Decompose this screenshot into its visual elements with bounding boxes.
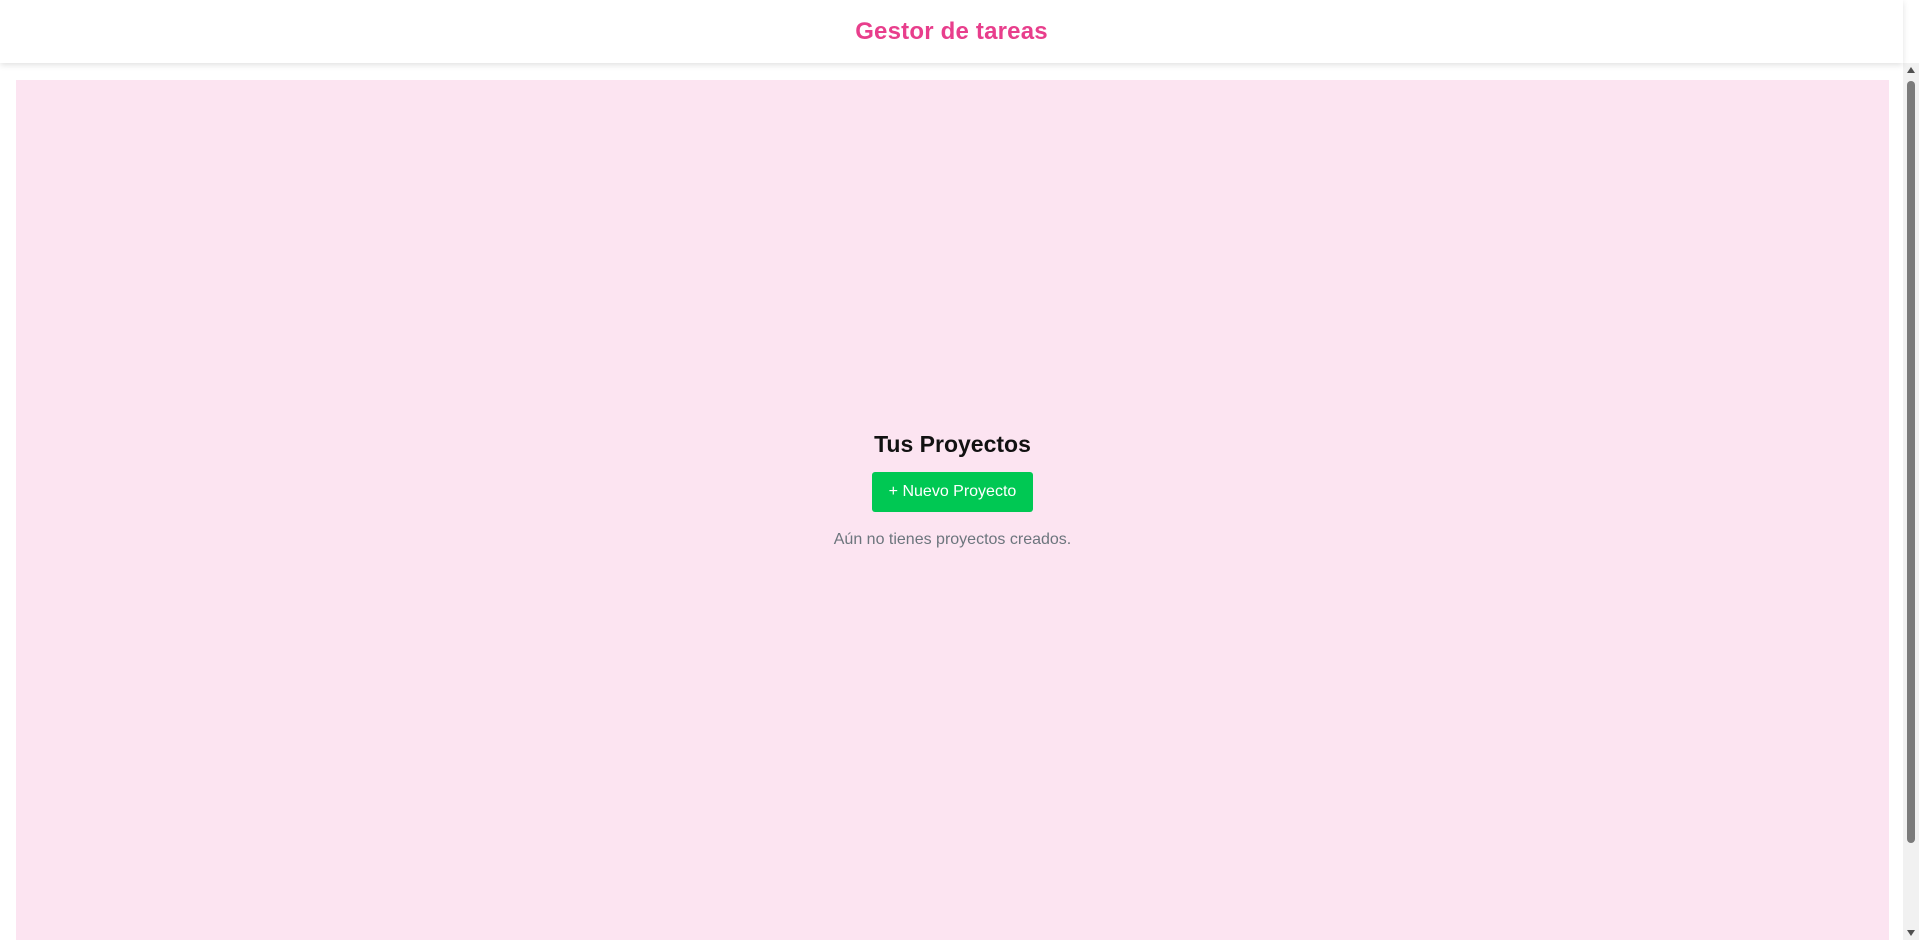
app-title: Gestor de tareas bbox=[855, 17, 1048, 45]
empty-state-message: Aún no tienes proyectos creados. bbox=[833, 531, 1072, 548]
scrollbar-thumb[interactable] bbox=[1907, 81, 1915, 843]
page-scrollbar[interactable] bbox=[1903, 63, 1919, 940]
scroll-down-icon[interactable] bbox=[1907, 930, 1915, 936]
main-content: Tus Proyectos + Nuevo Proyecto Aún no ti… bbox=[16, 80, 1889, 940]
scroll-up-icon[interactable] bbox=[1907, 67, 1915, 73]
app-header: Gestor de tareas bbox=[0, 0, 1903, 63]
app-window: Gestor de tareas Tus Proyectos + Nuevo P… bbox=[0, 0, 1919, 940]
projects-section: Tus Proyectos + Nuevo Proyecto Aún no ti… bbox=[834, 431, 1071, 565]
new-project-button[interactable]: + Nuevo Proyecto bbox=[871, 472, 1033, 512]
page-title: Tus Proyectos bbox=[874, 431, 1031, 457]
